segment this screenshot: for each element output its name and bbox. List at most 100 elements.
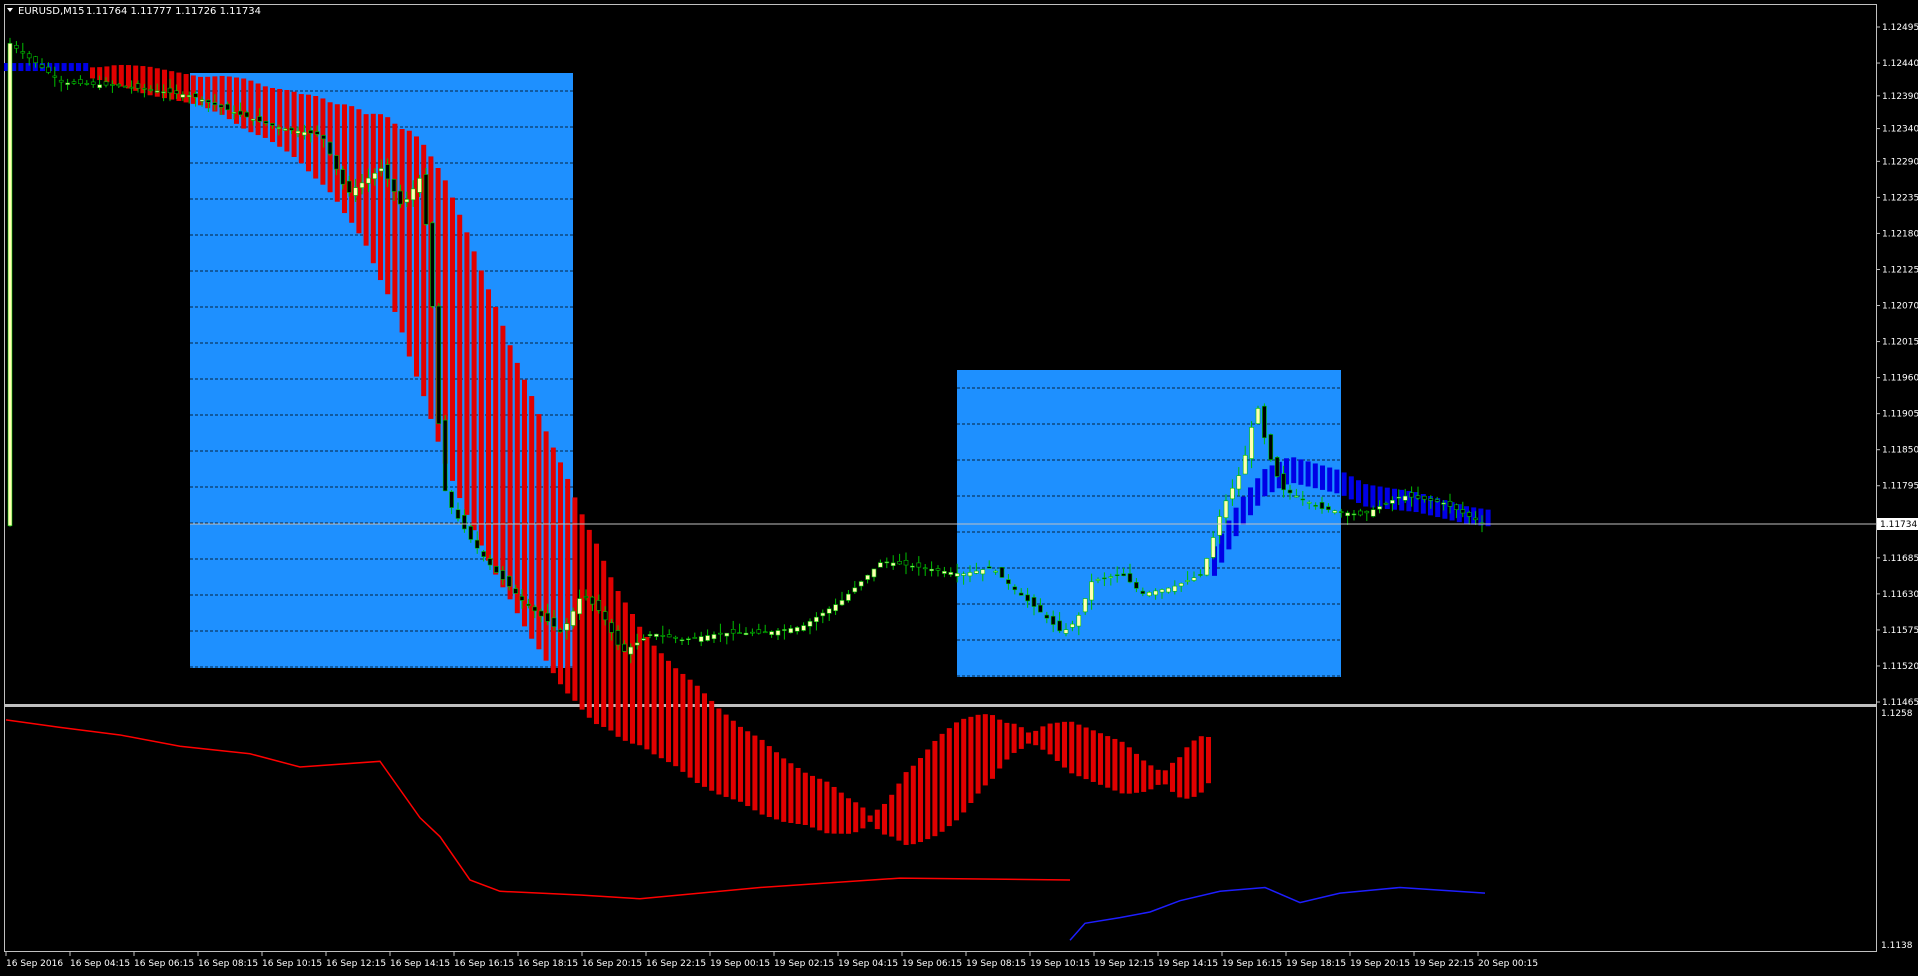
band-bar-bear xyxy=(522,379,527,627)
band-bar-bear xyxy=(723,714,729,797)
candle-body xyxy=(526,603,531,606)
band-bar-bear xyxy=(802,772,808,825)
band-bar-bull xyxy=(61,63,67,72)
time-tick-label: 16 Sep 08:15 xyxy=(198,959,258,969)
current-price-label: 1.11734 xyxy=(1880,520,1917,530)
band-bar-bull xyxy=(1348,476,1354,500)
band-bar-bull xyxy=(1341,472,1347,496)
time-axis[interactable]: 16 Sep 2016 16 Sep 04:15 16 Sep 06:15 16 Se… xyxy=(5,952,1538,969)
chart-menu-arrow-icon[interactable] xyxy=(7,8,13,12)
time-tick-label: 16 Sep 16:15 xyxy=(454,959,514,969)
candle-body xyxy=(558,629,563,633)
candle-body xyxy=(890,562,896,566)
band-bar-bear xyxy=(414,136,419,377)
band-bar-bear xyxy=(500,325,506,588)
band-bar-bear xyxy=(162,69,167,99)
candle-body xyxy=(750,631,755,634)
candle-body xyxy=(1153,590,1158,596)
candle-body xyxy=(231,112,237,114)
candle-body xyxy=(282,128,288,131)
candle-body xyxy=(993,570,998,573)
candle-body xyxy=(980,569,986,575)
candle-body xyxy=(65,82,70,85)
time-tick-label: 20 Sep 00:15 xyxy=(1478,959,1538,969)
band-bar-bear xyxy=(896,783,902,841)
band-bar-bull xyxy=(1384,487,1390,509)
candle-body xyxy=(1063,629,1069,634)
candle-body xyxy=(193,93,198,98)
band-bar-bear xyxy=(630,614,635,744)
time-tick-label: 16 Sep 2016 xyxy=(6,959,63,969)
price-tick-label: 1.12070 xyxy=(1882,302,1918,312)
candle-body xyxy=(1249,427,1254,459)
candle-body xyxy=(647,634,653,636)
candle-body xyxy=(327,141,333,155)
band-bar-bear xyxy=(709,700,715,791)
time-tick-label: 16 Sep 14:15 xyxy=(390,959,450,969)
time-tick-label: 16 Sep 22:15 xyxy=(646,959,706,969)
candle-body xyxy=(20,51,26,54)
candle-body xyxy=(321,135,326,140)
candle-body xyxy=(846,593,851,601)
candle-body xyxy=(33,56,38,64)
candle-body xyxy=(1409,492,1414,498)
candle-body xyxy=(1345,512,1350,517)
band-bar-bear xyxy=(277,88,283,147)
time-tick-label: 19 Sep 20:15 xyxy=(1350,959,1410,969)
band-bar-bear xyxy=(874,809,880,830)
candle-body xyxy=(135,83,141,89)
band-bar-bear xyxy=(284,89,290,152)
candle-body xyxy=(718,632,723,635)
candle-body xyxy=(122,85,128,88)
band-bar-bear xyxy=(673,668,679,767)
candle-body xyxy=(538,610,544,617)
band-bar-bear xyxy=(817,778,823,831)
candle-body xyxy=(39,64,45,68)
candle-body xyxy=(756,629,762,634)
candle-body xyxy=(1210,537,1216,558)
candle-body xyxy=(961,573,966,576)
candle-body xyxy=(1447,501,1453,507)
band-bar-bear xyxy=(622,602,628,741)
candle-body xyxy=(1025,594,1030,602)
band-bar-bear xyxy=(774,752,779,820)
candle-body xyxy=(871,568,877,578)
band-bar-bear xyxy=(680,673,686,772)
band-bar-bear xyxy=(450,197,455,481)
time-tick-label: 19 Sep 08:15 xyxy=(966,959,1026,969)
band-bar-bear xyxy=(766,746,772,817)
band-bar-bear xyxy=(889,794,895,837)
candle-body xyxy=(474,539,480,549)
band-bar-bear xyxy=(1126,747,1132,794)
candle-body xyxy=(654,633,659,637)
candle-body xyxy=(455,509,461,519)
candle-body xyxy=(142,87,147,90)
candle-body xyxy=(1402,495,1408,501)
candle-body xyxy=(167,87,173,94)
band-bar-bear xyxy=(1033,730,1039,746)
band-bar-bear xyxy=(550,447,556,674)
candle-body xyxy=(1454,504,1459,510)
price-tick-label: 1.11795 xyxy=(1882,482,1918,492)
price-tick-label: 1.12340 xyxy=(1882,125,1918,135)
band-bar-bull xyxy=(76,63,81,72)
band-bar-bull xyxy=(83,63,89,72)
time-tick-label: 16 Sep 18:15 xyxy=(518,959,578,969)
price-axis[interactable]: 1.12495 1.12440 1.12390 1.12340 1.12290 1.122… xyxy=(1876,23,1918,708)
band-bar-bear xyxy=(298,94,304,164)
band-bar-bear xyxy=(457,214,463,499)
candle-body xyxy=(686,638,691,640)
candle-body xyxy=(103,81,109,86)
time-tick-label: 19 Sep 16:15 xyxy=(1222,959,1282,969)
trading-chart[interactable]: EURUSD,M15 1.11764 1.11777 1.11726 1.117… xyxy=(0,0,1918,976)
price-tick-label: 1.12390 xyxy=(1882,92,1918,102)
candle-body xyxy=(820,612,826,617)
band-bar-bear xyxy=(313,96,319,179)
band-bar-bear xyxy=(320,98,326,185)
band-bar-bear xyxy=(219,75,225,115)
candle-body xyxy=(206,99,211,103)
band-bar-bear xyxy=(190,75,196,104)
zones-layer xyxy=(190,73,1341,677)
candle-body xyxy=(551,617,557,627)
candle-body xyxy=(1242,455,1248,475)
